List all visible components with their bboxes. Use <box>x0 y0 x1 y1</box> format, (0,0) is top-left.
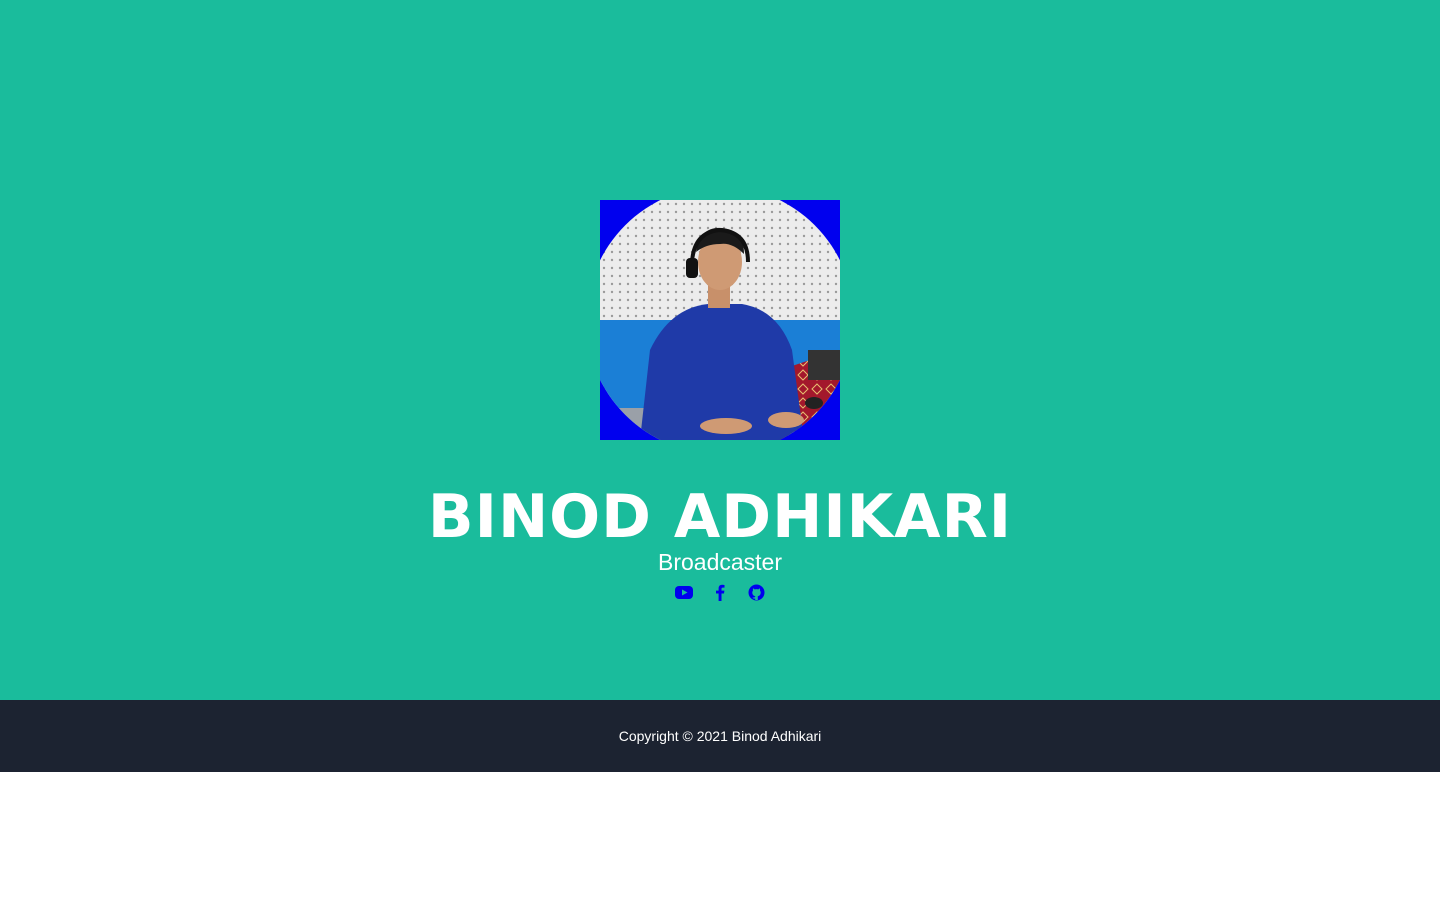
profile-photo <box>600 200 840 440</box>
profile-photo-illustration <box>600 200 840 440</box>
facebook-link[interactable] <box>710 580 730 604</box>
profile-role: Broadcaster <box>657 549 782 575</box>
masthead: BINOD ADHIKARI Broadcaster <box>0 0 1440 700</box>
facebook-icon <box>716 584 725 601</box>
copyright-text: Copyright © 2021 Binod Adhikari <box>618 728 822 744</box>
youtube-link[interactable] <box>674 580 694 604</box>
profile-name: BINOD ADHIKARI <box>427 482 1013 552</box>
social-links <box>0 580 1440 604</box>
github-link[interactable] <box>746 580 766 604</box>
footer: Copyright © 2021 Binod Adhikari <box>0 700 1440 772</box>
youtube-icon <box>675 585 693 599</box>
github-icon <box>748 584 764 600</box>
